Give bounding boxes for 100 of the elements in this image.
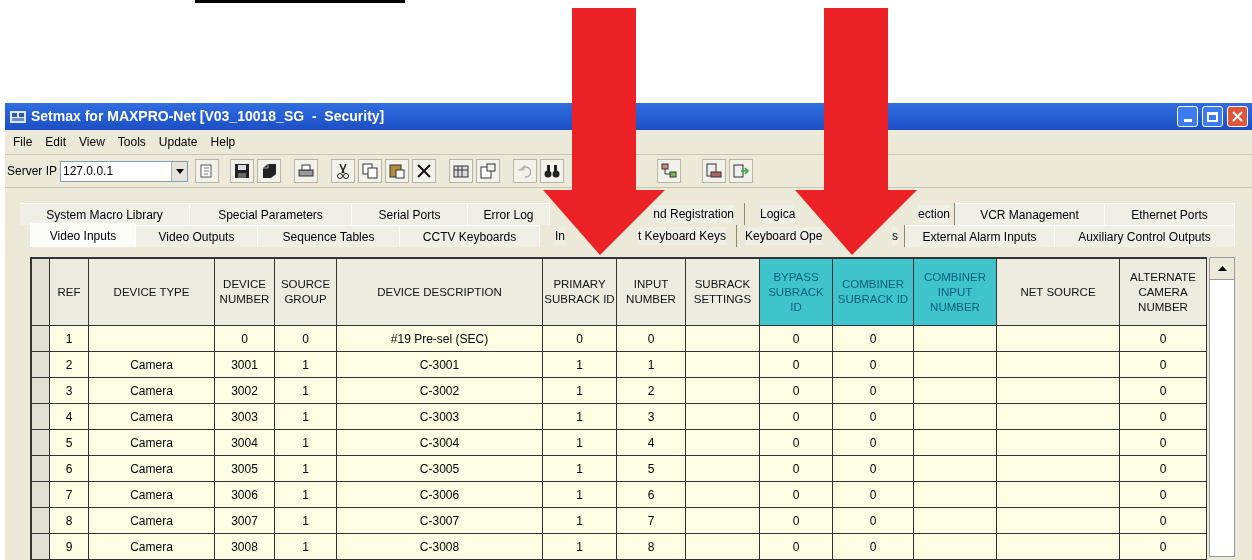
table-cell: 4	[617, 430, 686, 456]
table-cell: 1	[543, 482, 617, 508]
maximize-button[interactable]	[1202, 106, 1223, 127]
table-cell: 0	[760, 430, 833, 456]
table-cell: C-3002	[337, 378, 543, 404]
tab[interactable]: System Macro Library	[20, 203, 190, 225]
save-all-icon[interactable]	[257, 159, 281, 183]
tab[interactable]: Video Outputs	[136, 225, 258, 247]
server-ip-label: Server IP	[7, 163, 57, 180]
find-icon[interactable]	[540, 159, 564, 183]
minimize-button[interactable]	[1177, 106, 1198, 127]
paste-icon[interactable]	[385, 159, 409, 183]
save-icon[interactable]	[230, 159, 254, 183]
column-header[interactable]: COMBINER INPUT NUMBER	[914, 259, 997, 326]
column-header[interactable]: INPUT NUMBER	[617, 259, 686, 326]
row-header[interactable]	[32, 404, 50, 430]
column-header[interactable]: ALTERNATE CAMERA NUMBER	[1120, 259, 1207, 326]
table-cell: Camera	[89, 404, 215, 430]
tab[interactable]: s	[892, 227, 898, 245]
tab[interactable]: Sequence Tables	[258, 225, 400, 247]
menu-item[interactable]: Edit	[43, 133, 69, 151]
table-cell: 0	[833, 326, 914, 352]
dropdown-arrow-icon	[175, 168, 184, 174]
import-icon[interactable]	[729, 159, 753, 183]
table-cell: 0	[833, 482, 914, 508]
row-header[interactable]	[32, 482, 50, 508]
printer-icon[interactable]	[294, 159, 318, 183]
table-cell: Camera	[89, 430, 215, 456]
column-header[interactable]: NET SOURCE	[997, 259, 1120, 326]
menu-item[interactable]: Update	[156, 133, 200, 151]
column-header[interactable]: SUBRACK SETTINGS	[686, 259, 760, 326]
column-header[interactable]: DEVICE NUMBER	[215, 259, 275, 326]
delete-icon[interactable]	[412, 159, 436, 183]
column-header[interactable]: COMBINER SUBRACK ID	[833, 259, 914, 326]
column-header[interactable]: DEVICE DESCRIPTION	[337, 259, 543, 326]
table-cell: 3002	[215, 378, 275, 404]
column-header[interactable]: PRIMARY SUBRACK ID	[543, 259, 617, 326]
table-cell: 1	[543, 456, 617, 482]
tab[interactable]: Ethernet Ports	[1105, 203, 1235, 225]
properties-icon[interactable]	[476, 159, 500, 183]
export-icon[interactable]	[702, 159, 726, 183]
tab[interactable]: Video Inputs	[30, 223, 136, 247]
table-cell: Camera	[89, 456, 215, 482]
tab[interactable]: Serial Ports	[352, 203, 468, 225]
row-header[interactable]	[32, 534, 50, 560]
tab[interactable]: In	[555, 227, 565, 245]
table-cell: 0	[760, 352, 833, 378]
menu-item[interactable]: View	[77, 133, 107, 151]
row-header[interactable]	[32, 508, 50, 534]
tab[interactable]: ection	[917, 205, 950, 223]
tab[interactable]: t Keyboard Keys	[637, 227, 726, 245]
row-header[interactable]	[32, 326, 50, 352]
table-cell: 0	[760, 326, 833, 352]
tab[interactable]: Keyboard Ope	[745, 227, 823, 245]
table-cell: 0	[1120, 326, 1207, 352]
row-header[interactable]	[32, 456, 50, 482]
menu-item[interactable]: Tools	[115, 133, 148, 151]
table-cell: Camera	[89, 352, 215, 378]
menu-item[interactable]: File	[11, 133, 35, 151]
scroll-up-button[interactable]	[1210, 258, 1234, 280]
table-cell: 1	[543, 352, 617, 378]
table-cell: Camera	[89, 508, 215, 534]
table-cell: 1	[543, 430, 617, 456]
tab[interactable]: External Alarm Inputs	[905, 225, 1055, 247]
tab[interactable]: Auxiliary Control Outputs	[1055, 225, 1235, 247]
menu-item[interactable]: Help	[208, 133, 238, 151]
row-header[interactable]	[32, 378, 50, 404]
table-cell: C-3004	[337, 430, 543, 456]
server-ip-combobox[interactable]: 127.0.0.1	[60, 160, 188, 182]
table-cell: 1	[275, 352, 337, 378]
table-cell: 1	[275, 456, 337, 482]
column-header[interactable]: BYPASS SUBRACK ID	[760, 259, 833, 326]
tab[interactable]: CCTV Keyboards	[400, 225, 540, 247]
tab[interactable]: nd Registration	[653, 205, 734, 223]
cut-icon[interactable]	[331, 159, 355, 183]
row-header[interactable]	[32, 352, 50, 378]
column-header[interactable]: DEVICE TYPE	[89, 259, 215, 326]
column-header[interactable]: REF	[50, 259, 89, 326]
tab[interactable]: Error Log	[468, 203, 550, 225]
table-cell: 3001	[215, 352, 275, 378]
tab[interactable]: Logica	[760, 205, 796, 223]
table-cell: 3008	[215, 534, 275, 560]
table-cell: C-3006	[337, 482, 543, 508]
row-header[interactable]	[32, 430, 50, 456]
network-icon[interactable]	[657, 159, 681, 183]
table-cell: 9	[50, 534, 89, 560]
tab[interactable]: Special Parameters	[190, 203, 352, 225]
column-header[interactable]: SOURCE GROUP	[275, 259, 337, 326]
grid-icon[interactable]	[449, 159, 473, 183]
window-title: Setmax for MAXPRO-Net [V03_10018_SG - Security]	[31, 107, 385, 126]
tab[interactable]: VCR Management	[955, 203, 1105, 225]
table-cell: 5	[50, 430, 89, 456]
table-cell: C-3001	[337, 352, 543, 378]
vertical-scrollbar[interactable]	[1209, 257, 1235, 557]
table-cell: 0	[760, 404, 833, 430]
table-cell: 7	[617, 508, 686, 534]
table-cell: 1	[275, 508, 337, 534]
close-button[interactable]	[1227, 106, 1248, 127]
table-cell: Camera	[89, 482, 215, 508]
close-icon	[1232, 111, 1243, 122]
